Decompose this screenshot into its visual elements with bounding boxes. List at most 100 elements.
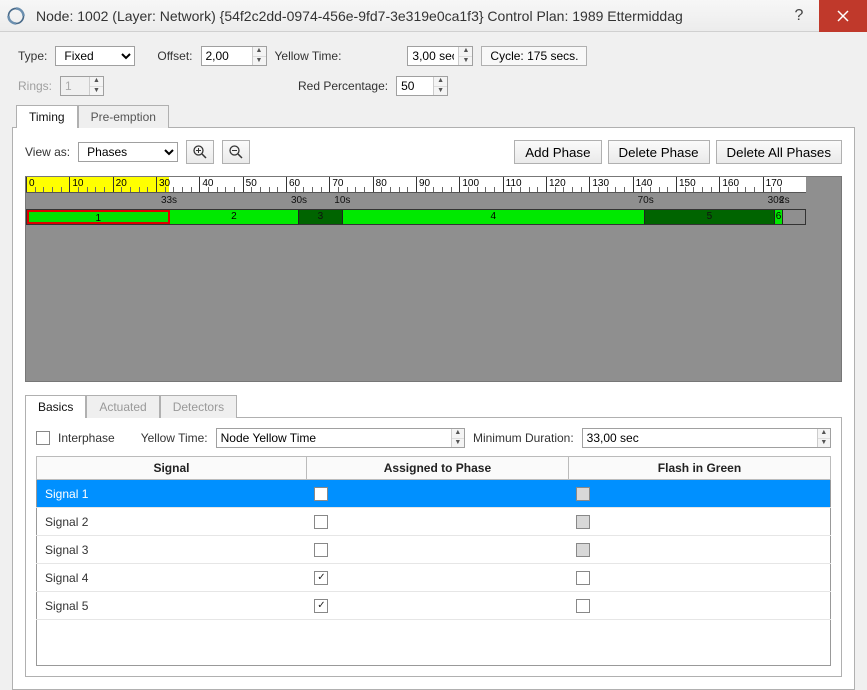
signal-cell: Signal 4 — [37, 564, 307, 592]
mindur-input[interactable] — [583, 429, 817, 447]
redpct-label: Red Percentage: — [298, 79, 388, 93]
assigned-checkbox[interactable] — [314, 543, 328, 557]
signal-cell: Signal 5 — [37, 592, 307, 620]
interphase-label: Interphase — [58, 431, 115, 445]
flash-checkbox[interactable] — [576, 487, 590, 501]
phase-segment-2[interactable]: 2 — [170, 210, 300, 224]
offset-spinner[interactable]: ▲▼ — [201, 46, 267, 66]
phase-duration-label: 10s — [334, 195, 350, 206]
magnifier-minus-icon — [228, 144, 244, 160]
spin-down-icon: ▼ — [90, 87, 103, 96]
redpct-input[interactable] — [397, 77, 433, 95]
spin-down-icon[interactable]: ▼ — [452, 439, 464, 448]
yellowtime-spinner[interactable]: ▲▼ — [407, 46, 473, 66]
phase-duration-label: 2s — [779, 195, 790, 206]
spin-up-icon[interactable]: ▲ — [434, 77, 447, 87]
titlebar: Node: 1002 (Layer: Network) {54f2c2dd-09… — [0, 0, 867, 32]
tab-basics[interactable]: Basics — [25, 395, 86, 418]
table-row[interactable]: Signal 4 ✓ — [37, 564, 831, 592]
assigned-checkbox[interactable]: ✓ — [314, 571, 328, 585]
timeline[interactable]: 0102030405060708090100110120130140150160… — [25, 176, 842, 382]
phase-segment-5[interactable]: 5 — [645, 210, 775, 224]
phase-segment-1[interactable]: 1 — [27, 210, 170, 224]
window-title: Node: 1002 (Layer: Network) {54f2c2dd-09… — [32, 8, 779, 24]
rings-label: Rings: — [18, 79, 52, 93]
add-phase-button[interactable]: Add Phase — [514, 140, 601, 164]
phase-bar[interactable]: 123456 — [26, 209, 806, 225]
flash-checkbox[interactable] — [576, 543, 590, 557]
flash-checkbox[interactable] — [576, 515, 590, 529]
bottom-tabs: Basics Actuated Detectors Interphase Yel… — [25, 394, 842, 677]
mindur-spinner[interactable]: ▲▼ — [582, 428, 831, 448]
app-logo — [0, 0, 32, 32]
table-row[interactable]: Signal 3 — [37, 536, 831, 564]
spin-down-icon[interactable]: ▼ — [818, 439, 830, 448]
offset-input[interactable] — [202, 47, 252, 65]
timeline-ruler: 0102030405060708090100110120130140150160… — [26, 177, 806, 193]
node-yellowtime-input[interactable] — [217, 429, 451, 447]
rings-spinner: ▲▼ — [60, 76, 104, 96]
magnifier-plus-icon — [192, 144, 208, 160]
assigned-checkbox[interactable] — [314, 515, 328, 529]
timing-panel: View as: Phases Add Phase Delete Phase D… — [12, 127, 855, 690]
col-signal[interactable]: Signal — [37, 457, 307, 480]
tab-preemption[interactable]: Pre-emption — [78, 105, 169, 128]
type-label: Type: — [18, 49, 47, 63]
signal-cell: Signal 3 — [37, 536, 307, 564]
offset-label: Offset: — [157, 49, 192, 63]
tab-actuated[interactable]: Actuated — [86, 395, 159, 418]
type-select[interactable]: Fixed — [55, 46, 135, 66]
phase-segment-6[interactable]: 6 — [775, 210, 784, 224]
interphase-row: Interphase Yellow Time: ▲▼ Minimum Durat… — [36, 428, 831, 448]
node-yellowtime-spinner[interactable]: ▲▼ — [216, 428, 465, 448]
col-assigned[interactable]: Assigned to Phase — [306, 457, 568, 480]
col-flash[interactable]: Flash in Green — [568, 457, 830, 480]
zoom-in-button[interactable] — [186, 140, 214, 164]
mindur-label: Minimum Duration: — [473, 431, 574, 445]
redpct-spinner[interactable]: ▲▼ — [396, 76, 448, 96]
close-button[interactable] — [819, 0, 867, 32]
spin-up-icon: ▲ — [90, 77, 103, 87]
assigned-checkbox[interactable]: ✓ — [314, 599, 328, 613]
signal-cell: Signal 2 — [37, 508, 307, 536]
view-row: View as: Phases Add Phase Delete Phase D… — [25, 140, 842, 164]
basics-panel: Interphase Yellow Time: ▲▼ Minimum Durat… — [25, 417, 842, 677]
assigned-checkbox[interactable] — [314, 487, 328, 501]
signal-cell: Signal 1 — [37, 480, 307, 508]
yellowtime2-label: Yellow Time: — [141, 431, 208, 445]
spin-up-icon[interactable]: ▲ — [452, 429, 464, 439]
phase-duration-label: 70s — [638, 195, 654, 206]
spin-up-icon[interactable]: ▲ — [818, 429, 830, 439]
main-tabs: Timing Pre-emption — [0, 105, 867, 128]
help-button[interactable]: ? — [779, 0, 819, 32]
flash-checkbox[interactable] — [576, 571, 590, 585]
top-row-1: Type: Fixed Offset: ▲▼ Yellow Time: ▲▼ C… — [0, 32, 867, 72]
spin-down-icon[interactable]: ▼ — [434, 87, 447, 96]
yellowtime-input[interactable] — [408, 47, 458, 65]
spin-up-icon[interactable]: ▲ — [459, 47, 472, 57]
phase-segment-3[interactable]: 3 — [299, 210, 342, 224]
delete-all-phases-button[interactable]: Delete All Phases — [716, 140, 842, 164]
zoom-out-button[interactable] — [222, 140, 250, 164]
spin-down-icon[interactable]: ▼ — [459, 57, 472, 66]
table-row[interactable]: Signal 2 — [37, 508, 831, 536]
close-icon — [837, 10, 849, 22]
rings-input — [61, 77, 89, 95]
tab-timing[interactable]: Timing — [16, 105, 78, 128]
delete-phase-button[interactable]: Delete Phase — [608, 140, 710, 164]
phase-duration-labels: 33s30s10s70s30s2s — [26, 195, 806, 207]
phase-duration-label: 33s — [161, 195, 177, 206]
table-row[interactable]: Signal 1 — [37, 480, 831, 508]
spin-up-icon[interactable]: ▲ — [253, 47, 266, 57]
table-row[interactable]: Signal 5 ✓ — [37, 592, 831, 620]
phase-duration-label: 30s — [291, 195, 307, 206]
cycle-display: Cycle: 175 secs. — [481, 46, 587, 66]
tab-detectors[interactable]: Detectors — [160, 395, 237, 418]
phase-segment-4[interactable]: 4 — [343, 210, 646, 224]
spin-down-icon[interactable]: ▼ — [253, 57, 266, 66]
flash-checkbox[interactable] — [576, 599, 590, 613]
interphase-checkbox[interactable] — [36, 431, 50, 445]
signals-table[interactable]: Signal Assigned to Phase Flash in Green … — [36, 456, 831, 666]
viewas-select[interactable]: Phases — [78, 142, 178, 162]
viewas-label: View as: — [25, 145, 70, 159]
